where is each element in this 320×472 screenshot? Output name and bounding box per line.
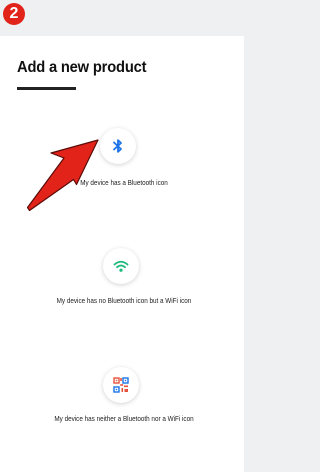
pointer-arrow <box>26 139 99 212</box>
